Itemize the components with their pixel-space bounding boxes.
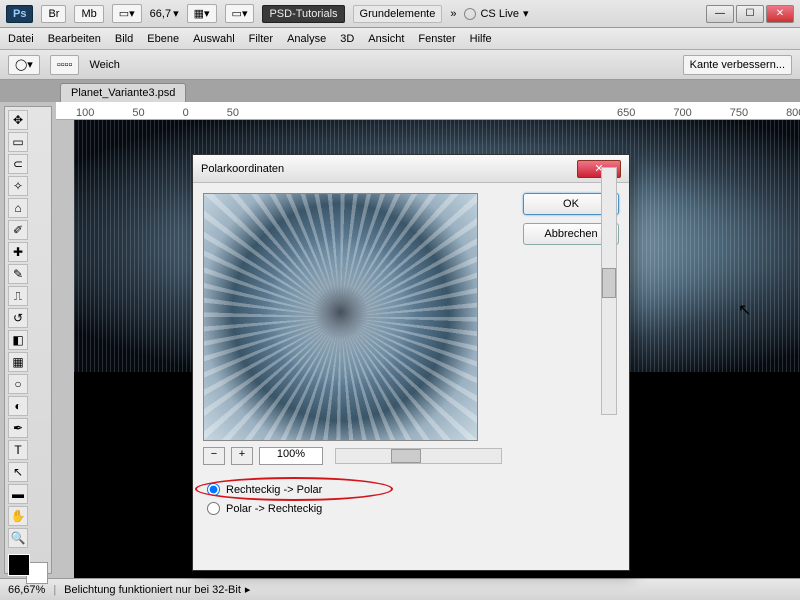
radio-polar-to-rect[interactable]	[207, 502, 220, 515]
horizontal-ruler: 10050050 650700750800850	[56, 102, 800, 120]
option-rect-to-polar[interactable]: Rechteckig -> Polar	[203, 483, 502, 496]
workspace-tutorials[interactable]: PSD-Tutorials	[262, 5, 344, 23]
status-bar: 66,67% | Belichtung funktioniert nur bei…	[0, 578, 800, 600]
wand-tool-icon[interactable]: ✧	[8, 176, 28, 196]
menu-ansicht[interactable]: Ansicht	[368, 33, 404, 45]
tool-preset[interactable]: ◯▾	[8, 55, 40, 75]
bridge-button[interactable]: Br	[41, 5, 66, 23]
crop-tool-icon[interactable]: ⌂	[8, 198, 28, 218]
menu-hilfe[interactable]: Hilfe	[470, 33, 492, 45]
document-tab[interactable]: Planet_Variante3.psd	[60, 83, 186, 102]
close-button[interactable]: ✕	[766, 5, 794, 23]
polar-coordinates-dialog: Polarkoordinaten ✕ − + 100% Rechteckig -…	[192, 154, 630, 571]
eraser-tool-icon[interactable]: ◧	[8, 330, 28, 350]
radio-rect-to-polar[interactable]	[207, 483, 220, 496]
screen-mode-button[interactable]: ▭▾	[112, 4, 142, 23]
zoom-tool-icon[interactable]: 🔍	[8, 528, 28, 548]
marquee-tool-icon[interactable]: ▭	[8, 132, 28, 152]
blur-tool-icon[interactable]: ○	[8, 374, 28, 394]
type-tool-icon[interactable]: T	[8, 440, 28, 460]
maximize-button[interactable]: ☐	[736, 5, 764, 23]
color-swatch[interactable]	[8, 554, 48, 584]
heal-tool-icon[interactable]: ✚	[8, 242, 28, 262]
dialog-titlebar[interactable]: Polarkoordinaten ✕	[193, 155, 629, 183]
menu-bearbeiten[interactable]: Bearbeiten	[48, 33, 101, 45]
feather-label: Weich	[89, 59, 119, 71]
path-tool-icon[interactable]: ↖	[8, 462, 28, 482]
app-icon: Ps	[6, 5, 33, 23]
zoom-out-button[interactable]: −	[203, 447, 225, 465]
title-bar: Ps Br Mb ▭▾ 66,7▾ ▦▾ ▭▾ PSD-Tutorials Gr…	[0, 0, 800, 28]
stamp-tool-icon[interactable]: ⎍	[8, 286, 28, 306]
filter-preview[interactable]	[203, 193, 478, 441]
lasso-tool-icon[interactable]: ⊂	[8, 154, 28, 174]
option-label: Rechteckig -> Polar	[226, 484, 322, 496]
workspace: ✥ ▭ ⊂ ✧ ⌂ ✐ ✚ ✎ ⎍ ↺ ◧ ▦ ○ ◐ ✒ T ↖ ▬ ✋ 🔍 …	[0, 102, 800, 578]
menu-ebene[interactable]: Ebene	[147, 33, 179, 45]
foreground-color[interactable]	[8, 554, 30, 576]
zoom-value: 100%	[259, 447, 323, 465]
document-tabbar: Planet_Variante3.psd	[0, 80, 800, 102]
brush-tool-icon[interactable]: ✎	[8, 264, 28, 284]
more-workspaces[interactable]: »	[450, 8, 456, 20]
menu-auswahl[interactable]: Auswahl	[193, 33, 235, 45]
menu-bar: Datei Bearbeiten Bild Ebene Auswahl Filt…	[0, 28, 800, 50]
zoom-in-button[interactable]: +	[231, 447, 253, 465]
gradient-tool-icon[interactable]: ▦	[8, 352, 28, 372]
menu-datei[interactable]: Datei	[8, 33, 34, 45]
dodge-tool-icon[interactable]: ◐	[8, 396, 28, 416]
move-tool-icon[interactable]: ✥	[8, 110, 28, 130]
minibridge-button[interactable]: Mb	[74, 5, 103, 23]
workspace-grundelemente[interactable]: Grundelemente	[353, 5, 443, 23]
options-bar: ◯▾ ▫▫▫▫ Weich Kante verbessern...	[0, 50, 800, 80]
history-brush-icon[interactable]: ↺	[8, 308, 28, 328]
zoom-level[interactable]: 66,7▾	[150, 7, 179, 20]
view-extras-button[interactable]: ▦▾	[187, 4, 217, 23]
pen-tool-icon[interactable]: ✒	[8, 418, 28, 438]
toolbox: ✥ ▭ ⊂ ✧ ⌂ ✐ ✚ ✎ ⎍ ↺ ◧ ▦ ○ ◐ ✒ T ↖ ▬ ✋ 🔍	[4, 106, 52, 574]
selection-mode[interactable]: ▫▫▫▫	[50, 55, 80, 75]
menu-3d[interactable]: 3D	[340, 33, 354, 45]
menu-filter[interactable]: Filter	[249, 33, 273, 45]
refine-edge-button[interactable]: Kante verbessern...	[683, 55, 792, 75]
preview-vertical-scrollbar[interactable]	[601, 167, 617, 415]
menu-fenster[interactable]: Fenster	[418, 33, 455, 45]
menu-bild[interactable]: Bild	[115, 33, 133, 45]
shape-tool-icon[interactable]: ▬	[8, 484, 28, 504]
eyedropper-tool-icon[interactable]: ✐	[8, 220, 28, 240]
option-polar-to-rect[interactable]: Polar -> Rechteckig	[203, 502, 502, 515]
dialog-title: Polarkoordinaten	[201, 163, 284, 175]
hand-tool-icon[interactable]: ✋	[8, 506, 28, 526]
menu-analyse[interactable]: Analyse	[287, 33, 326, 45]
minimize-button[interactable]: —	[706, 5, 734, 23]
option-label: Polar -> Rechteckig	[226, 503, 322, 515]
preview-horizontal-scrollbar[interactable]	[335, 448, 502, 464]
arrange-button[interactable]: ▭▾	[225, 4, 255, 23]
status-zoom[interactable]: 66,67%	[8, 584, 45, 596]
cslive-button[interactable]: CS Live▾	[464, 7, 528, 20]
status-message: Belichtung funktioniert nur bei 32-Bit	[64, 584, 241, 596]
